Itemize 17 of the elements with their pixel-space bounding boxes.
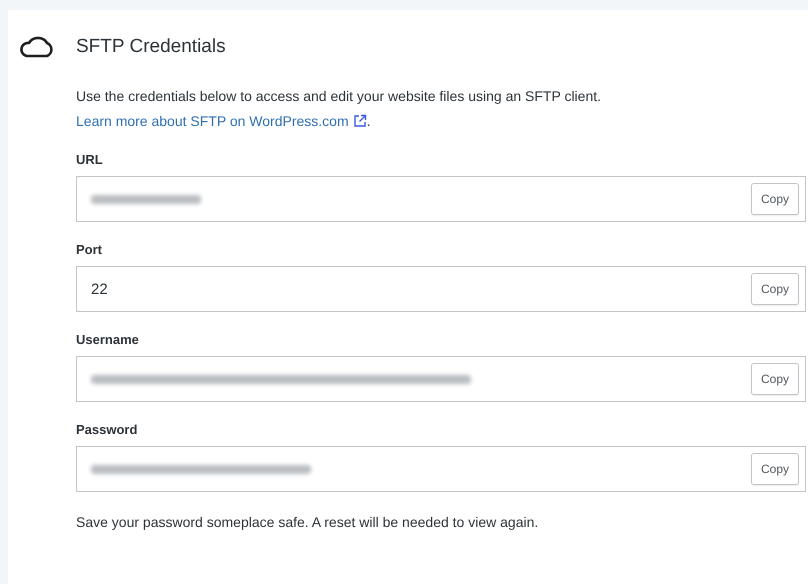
input-field[interactable]: Copy: [76, 356, 806, 402]
learn-more-link[interactable]: Learn more about SFTP on WordPress.com: [76, 113, 367, 129]
external-link-icon: [352, 114, 367, 128]
copy-button[interactable]: Copy: [750, 183, 799, 215]
field-label: Username: [76, 332, 140, 347]
field-label: URL: [76, 152, 104, 167]
input-field[interactable]: 22 Copy: [76, 266, 806, 312]
section-title: SFTP Credentials: [76, 36, 226, 58]
copy-button[interactable]: Copy: [750, 363, 799, 395]
field-label: Password: [76, 422, 138, 437]
input-field[interactable]: Copy: [76, 176, 806, 222]
input-field[interactable]: Copy: [76, 446, 806, 492]
copy-button[interactable]: Copy: [750, 453, 799, 485]
copy-button[interactable]: Copy: [750, 273, 799, 305]
description-text: Use the credentials below to access and edit your website files using an SFTP client. Learn more about SFTP on WordPress.com .: [76, 87, 602, 131]
note-text: Save your password someplace safe. A reset will be needed to view again.: [76, 514, 540, 530]
field-label: Port: [76, 242, 103, 257]
